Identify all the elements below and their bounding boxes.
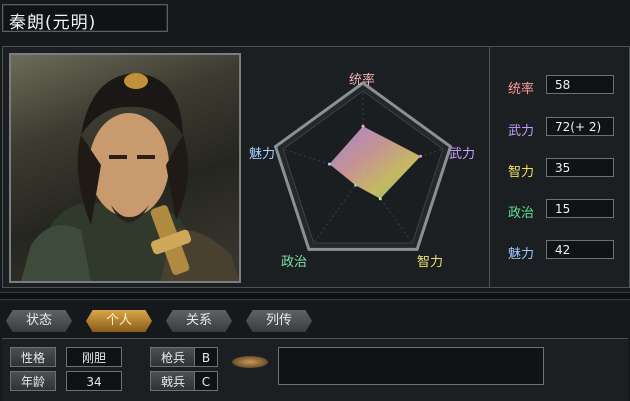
section-divider: [0, 292, 630, 300]
stat-label: 统率: [508, 82, 535, 97]
officer-name: 秦朗(元明): [9, 13, 97, 33]
radar-point-zhi: [378, 197, 382, 201]
ability-radar-chart: 统率 武力 智力 政治 魅力: [243, 47, 483, 287]
stat-value: 58: [546, 75, 614, 94]
radar-label-zhi: 智力: [417, 255, 444, 270]
officer-name-bar: 秦朗(元明): [2, 4, 168, 33]
stat-row-tong: 统率 58: [508, 75, 628, 97]
officer-portrait: [9, 53, 241, 283]
radar-label-mei: 魅力: [249, 147, 276, 162]
radar-point-zheng: [354, 183, 358, 187]
info-value: C: [194, 371, 218, 391]
officer-overview-panel: 统率 武力 智力 政治 魅力 统率 58 武力 72(+ 2) 智力 35 政治…: [2, 46, 630, 288]
tab-biography[interactable]: 列传: [246, 310, 312, 332]
stat-row-wu: 武力 72(+ 2): [508, 117, 628, 139]
stat-label: 魅力: [508, 247, 535, 262]
radar-label-wu: 武力: [449, 147, 476, 162]
stat-label: 武力: [508, 124, 535, 139]
stat-row-mei: 魅力 42: [508, 240, 628, 262]
personal-row-age: 年龄 34: [10, 371, 122, 391]
info-label: 年龄: [10, 371, 56, 391]
aptitude-row-spear: 枪兵 B: [150, 347, 220, 367]
radar-point-tong: [361, 124, 365, 128]
stat-label: 政治: [508, 206, 535, 221]
personal-note-box: [278, 347, 544, 385]
stat-value: 72(+ 2): [546, 117, 614, 136]
tab-relations[interactable]: 关系: [166, 310, 232, 332]
stat-label: 智力: [508, 165, 535, 180]
info-value: B: [194, 347, 218, 367]
info-value: 刚胆: [66, 347, 122, 367]
info-value: 34: [66, 371, 122, 391]
aptitude-row-halberd: 戟兵 C: [150, 371, 220, 391]
personal-detail-panel: 性格 刚胆 年龄 34 枪兵 B 戟兵 C: [2, 338, 628, 401]
item-orb-icon: [232, 356, 268, 368]
stat-value: 15: [546, 199, 614, 218]
radar-point-wu: [419, 154, 423, 158]
radar-point-mei: [327, 162, 331, 166]
stat-row-zhi: 智力 35: [508, 158, 628, 180]
info-label: 性格: [10, 347, 56, 367]
ability-stats-list: 统率 58 武力 72(+ 2) 智力 35 政治 15 魅力 42: [489, 47, 630, 287]
stat-row-zheng: 政治 15: [508, 199, 628, 221]
info-label: 戟兵: [150, 371, 196, 391]
radar-label-zheng: 政治: [281, 255, 308, 270]
stat-value: 35: [546, 158, 614, 177]
tab-status[interactable]: 状态: [6, 310, 72, 332]
tab-personal[interactable]: 个人: [86, 310, 152, 332]
radar-label-tong: 统率: [349, 73, 376, 88]
stat-value: 42: [546, 240, 614, 259]
personal-row-personality: 性格 刚胆: [10, 347, 122, 367]
info-label: 枪兵: [150, 347, 196, 367]
